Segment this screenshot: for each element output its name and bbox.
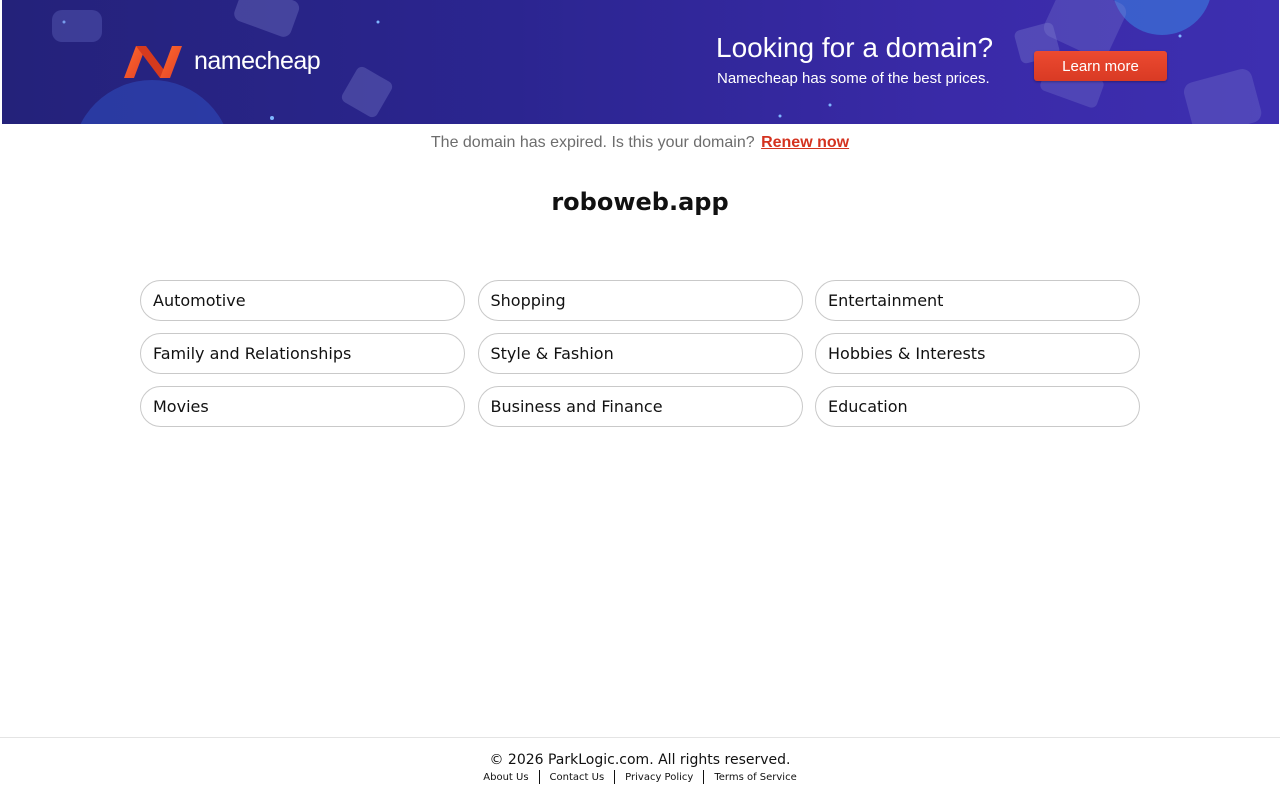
terms-of-service-link[interactable]: Terms of Service xyxy=(704,772,806,783)
contact-us-link[interactable]: Contact Us xyxy=(540,772,615,783)
about-us-link[interactable]: About Us xyxy=(473,772,538,783)
category-entertainment[interactable]: Entertainment xyxy=(815,280,1140,321)
category-hobbies-and-interests[interactable]: Hobbies & Interests xyxy=(815,333,1140,374)
namecheap-n-icon xyxy=(124,46,182,78)
footer: © 2026 ParkLogic.com. All rights reserve… xyxy=(0,737,1280,800)
expired-notice-text: The domain has expired. Is this your dom… xyxy=(430,134,755,151)
privacy-policy-link[interactable]: Privacy Policy xyxy=(615,772,703,783)
category-family-and-relationships[interactable]: Family and Relationships xyxy=(140,333,465,374)
category-style-and-fashion[interactable]: Style & Fashion xyxy=(477,333,803,374)
footer-links: About Us Contact Us Privacy Policy Terms… xyxy=(0,770,1280,784)
learn-more-button[interactable]: Learn more xyxy=(1034,51,1167,81)
copyright-text: © 2026 ParkLogic.com. All rights reserve… xyxy=(489,752,791,768)
namecheap-banner[interactable]: namecheap Looking for a domain? Namechea… xyxy=(2,0,1279,124)
renew-now-link[interactable]: Renew now xyxy=(761,134,849,151)
category-shopping[interactable]: Shopping xyxy=(477,280,803,321)
category-grid: Automotive Shopping Entertainment Family… xyxy=(140,280,1140,427)
category-automotive[interactable]: Automotive xyxy=(140,280,465,321)
domain-title: roboweb.app xyxy=(551,188,729,216)
category-business-and-finance[interactable]: Business and Finance xyxy=(477,386,803,427)
category-education[interactable]: Education xyxy=(815,386,1140,427)
expired-notice: The domain has expired. Is this your dom… xyxy=(0,134,1280,152)
category-movies[interactable]: Movies xyxy=(140,386,465,427)
namecheap-logo[interactable]: namecheap xyxy=(122,42,321,80)
promo-subtitle: Namecheap has some of the best prices. xyxy=(717,70,990,87)
brand-name: namecheap xyxy=(194,46,321,75)
promo-title: Looking for a domain? xyxy=(716,32,994,63)
